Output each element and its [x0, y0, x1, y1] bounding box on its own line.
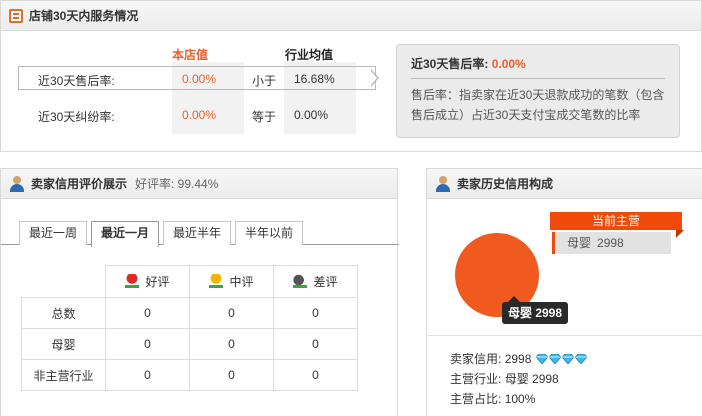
- main-category-name: 母婴: [567, 236, 592, 250]
- table-cell: 0: [105, 359, 190, 391]
- history-panel-header: 卖家历史信用构成: [427, 169, 702, 199]
- table-row: 非主营行业 0 0 0: [21, 359, 358, 391]
- header-good: 好评: [105, 265, 190, 298]
- main-ratio-label: 主营占比:: [450, 392, 502, 406]
- row-pointer-arrow: [370, 69, 379, 87]
- after-sale-rate-compare: 小于: [252, 74, 277, 88]
- after-sale-rate-store: 0.00%: [182, 72, 217, 86]
- tab-last-half-year[interactable]: 最近半年: [163, 221, 232, 245]
- after-sale-tooltip: 近30天售后率: 0.00% 售后率：指卖家在近30天退款成功的笔数（包含售后成…: [396, 44, 680, 138]
- main-ratio-line: 主营占比: 100%: [450, 390, 535, 407]
- ribbon-fold: [676, 230, 684, 238]
- industry-avg-header: 行业均值: [285, 48, 334, 62]
- service-panel-header: 店铺30天内服务情况: [1, 1, 701, 31]
- row-label-main-category[interactable]: 母婴: [21, 328, 106, 360]
- history-panel-title: 卖家历史信用构成: [457, 177, 554, 191]
- dispute-rate-label: 近30天纠纷率:: [38, 110, 115, 124]
- seller-credit-label: 卖家信用:: [450, 352, 502, 366]
- store-value-header: 本店值: [172, 48, 209, 62]
- header-bad: 差评: [273, 265, 358, 298]
- tab-last-week[interactable]: 最近一周: [19, 221, 88, 245]
- dispute-rate-avg: 0.00%: [294, 108, 329, 122]
- tooltip-title: 近30天售后率: 0.00%: [411, 55, 665, 79]
- diamond-icon: [548, 354, 561, 364]
- tooltip-text: 售后率：指卖家在近30天退款成功的笔数（包含售后成立）占近30天支付宝成交笔数的…: [411, 88, 665, 122]
- diamond-icon: [535, 354, 548, 364]
- service-panel-title: 店铺30天内服务情况: [29, 9, 139, 23]
- main-industry-value: 母婴 2998: [504, 372, 559, 386]
- table-cell: 0: [189, 297, 274, 329]
- current-main-label: 当前主营: [550, 212, 682, 230]
- row-label-total: 总数: [21, 297, 106, 329]
- history-divider: [426, 335, 702, 336]
- row-label-non-main: 非主营行业: [21, 359, 106, 391]
- good-flower-icon: [125, 274, 140, 288]
- main-ratio-value: 100%: [504, 392, 536, 406]
- dispute-rate-store: 0.00%: [182, 108, 217, 122]
- main-industry-label: 主营行业:: [450, 372, 502, 386]
- table-cell: 0: [189, 359, 274, 391]
- main-category-box: 母婴 2998: [552, 232, 671, 254]
- after-sale-rate-avg: 16.68%: [294, 72, 335, 86]
- rating-panel-header: 卖家信用评价展示 好评率: 99.44%: [1, 169, 397, 199]
- diamond-icon: [561, 354, 574, 364]
- seller-credit-value: 2998: [504, 352, 532, 366]
- table-corner: [21, 265, 106, 298]
- bad-rating-icon: [293, 274, 308, 288]
- dispute-rate-compare: 等于: [252, 110, 277, 124]
- table-cell: 0: [105, 328, 190, 360]
- header-neutral: 中评: [189, 265, 274, 298]
- seller-person-icon: [9, 175, 25, 192]
- after-sale-rate-label: 近30天售后率:: [38, 74, 115, 88]
- credit-diamonds: [535, 352, 587, 366]
- tooltip-value: 0.00%: [491, 57, 526, 71]
- rating-panel-title: 卖家信用评价展示: [31, 177, 128, 191]
- neutral-flower-icon: [209, 274, 224, 288]
- seller-person-icon: [435, 175, 451, 192]
- main-industry-line: 主营行业: 母婴 2998: [450, 370, 559, 387]
- store-service-icon: [9, 8, 23, 23]
- table-cell: 0: [105, 297, 190, 329]
- tab-before-half-year[interactable]: 半年以前: [235, 221, 304, 245]
- period-tabs: 最近一周 最近一月 最近半年 半年以前: [19, 221, 307, 247]
- seller-credit-line: 卖家信用: 2998: [450, 350, 587, 367]
- table-header-row: 好评 中评 差评: [21, 265, 358, 298]
- table-cell: 0: [273, 328, 358, 360]
- table-row: 总数 0 0 0: [21, 297, 358, 329]
- rating-panel: 卖家信用评价展示 好评率: 99.44% 最近一周 最近一月 最近半年 半年以前…: [0, 168, 399, 416]
- rating-table: 好评 中评 差评 总数 0 0 0 母婴 0 0 0 非主营行业 0 0 0: [21, 265, 358, 391]
- positive-rate: 好评率: 99.44%: [135, 177, 219, 191]
- table-row: 母婴 0 0 0: [21, 328, 358, 360]
- pie-tooltip: 母婴 2998: [502, 296, 569, 324]
- table-cell: 0: [189, 328, 274, 360]
- main-category-count: 2998: [597, 236, 624, 250]
- table-cell: 0: [273, 297, 358, 329]
- tab-last-month[interactable]: 最近一月: [91, 221, 160, 247]
- table-cell: 0: [273, 359, 358, 391]
- diamond-icon: [574, 354, 587, 364]
